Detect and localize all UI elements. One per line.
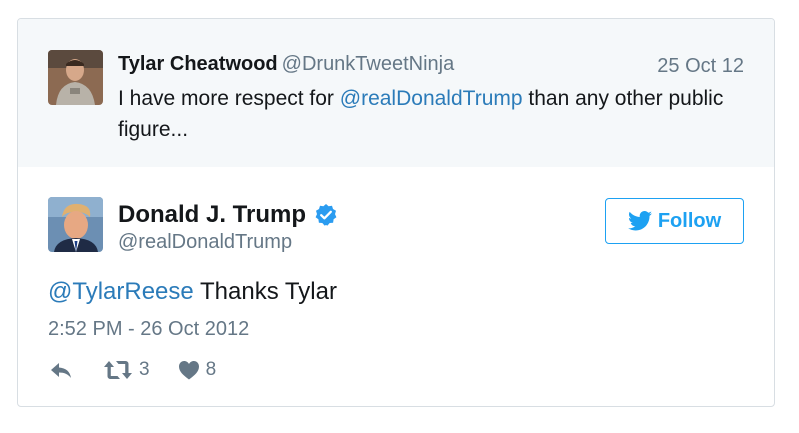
author-name[interactable]: Tylar Cheatwood: [118, 53, 278, 75]
mention-link[interactable]: @TylarReese: [48, 278, 194, 305]
tweet-author: Donald J. Trump: [118, 201, 338, 229]
author-handle[interactable]: @realDonaldTrump: [118, 231, 292, 254]
retweet-count: 3: [139, 359, 150, 380]
parent-tweet-text: I have more respect for @realDonaldTrump…: [118, 83, 738, 145]
reply-icon: [51, 363, 71, 378]
tweet-date[interactable]: 25 Oct 12: [657, 55, 744, 78]
parent-tweet-header: Tylar Cheatwood @DrunkTweetNinja: [118, 53, 454, 76]
retweet-button[interactable]: 3: [103, 359, 150, 381]
text-segment: I have more respect for: [118, 87, 340, 110]
avatar[interactable]: [48, 197, 103, 252]
like-button[interactable]: 8: [178, 359, 217, 381]
avatar[interactable]: [48, 50, 103, 105]
text-segment: Thanks Tylar: [193, 278, 337, 305]
author-handle[interactable]: @DrunkTweetNinja: [282, 53, 455, 75]
tweet-text: @TylarReese Thanks Tylar: [48, 278, 337, 306]
twitter-bird-icon: [627, 211, 652, 231]
mention-link[interactable]: @realDonaldTrump: [340, 87, 523, 110]
parent-tweet[interactable]: Tylar Cheatwood @DrunkTweetNinja 25 Oct 1…: [18, 19, 774, 167]
reply-button[interactable]: [48, 360, 74, 380]
tweet-timestamp[interactable]: 2:52 PM - 26 Oct 2012: [48, 318, 249, 341]
like-count: 8: [205, 359, 217, 380]
retweet-icon: [104, 361, 132, 379]
tweet-actions: 3 8: [48, 359, 216, 381]
embedded-tweet-card: Tylar Cheatwood @DrunkTweetNinja 25 Oct 1…: [17, 18, 775, 407]
follow-button[interactable]: Follow: [605, 198, 744, 244]
verified-badge-icon: [314, 203, 338, 227]
author-name[interactable]: Donald J. Trump: [118, 201, 306, 229]
heart-icon: [178, 361, 199, 380]
follow-label: Follow: [657, 209, 722, 232]
